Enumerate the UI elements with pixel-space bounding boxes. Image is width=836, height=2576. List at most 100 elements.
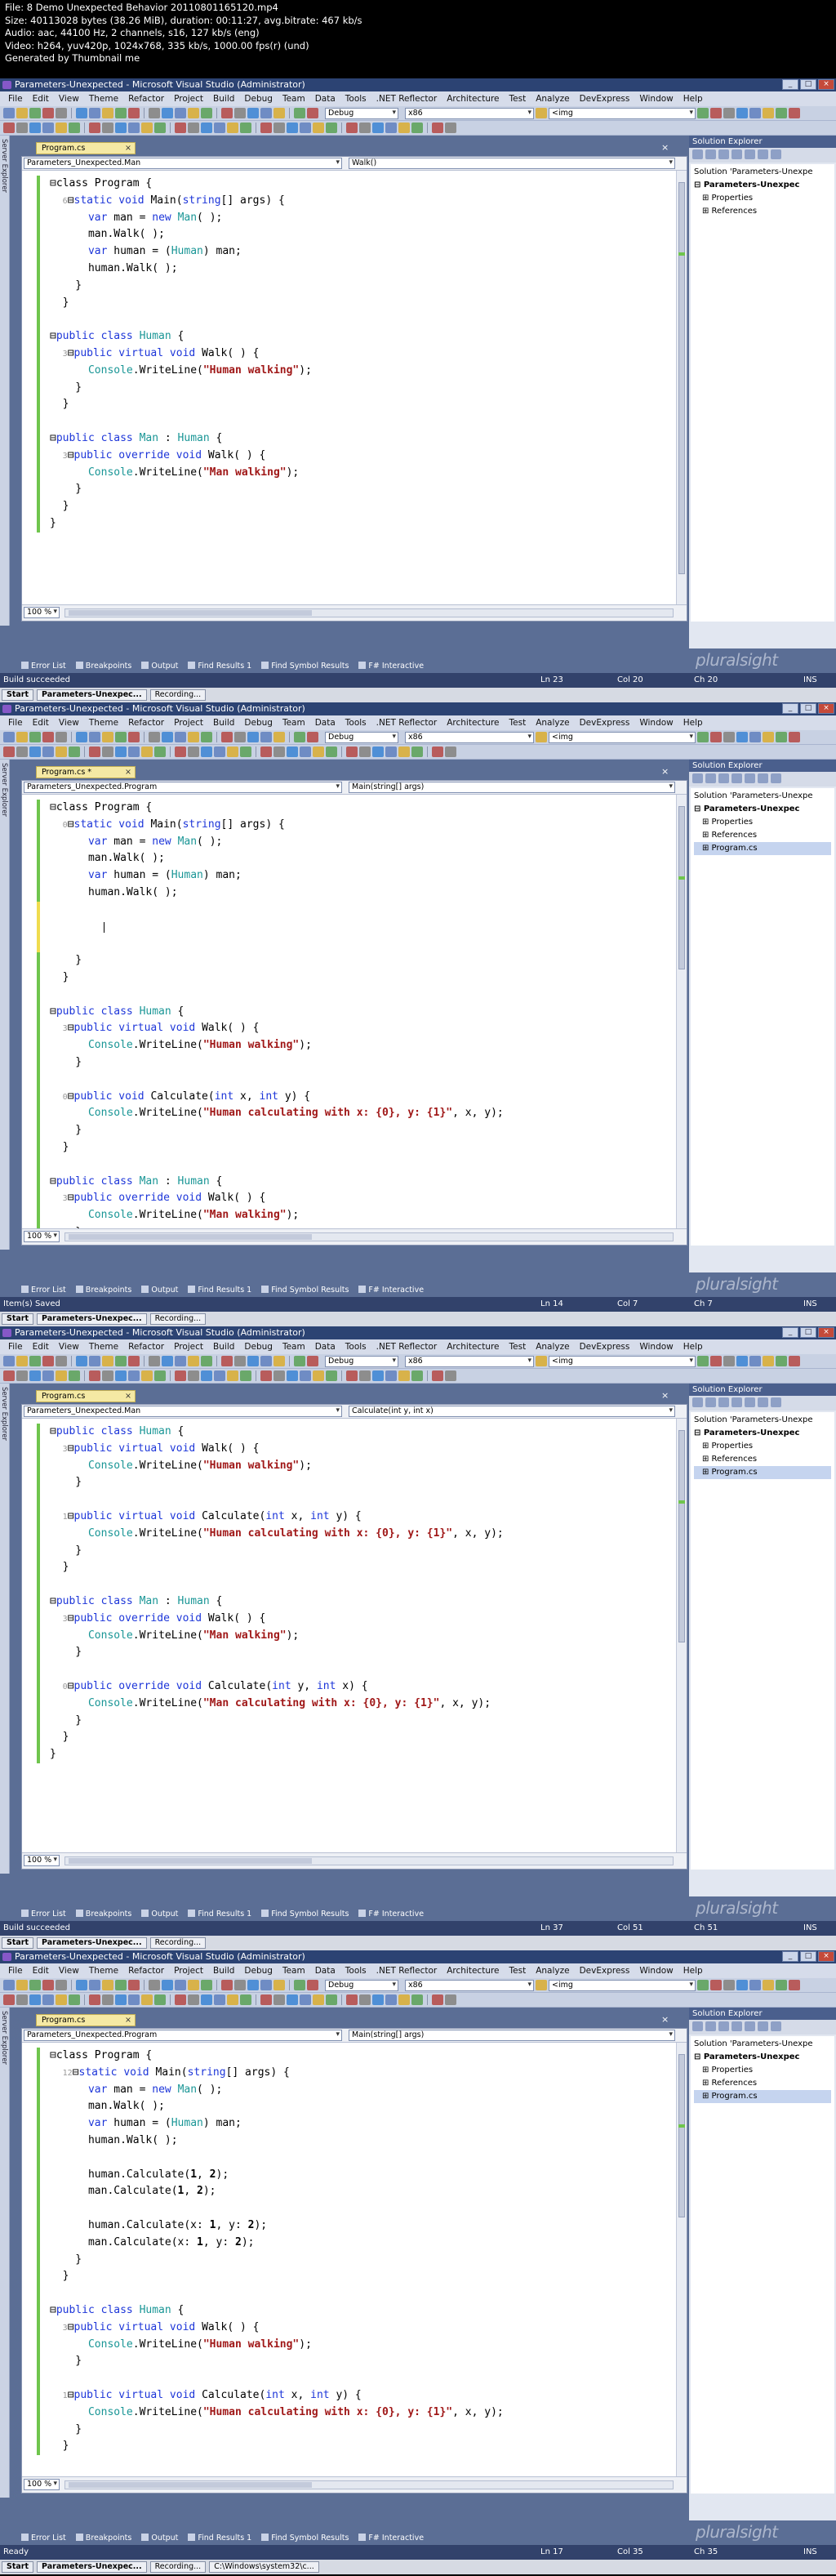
toolbar-button-icon[interactable] [411,1994,423,2005]
toolbar-button-icon[interactable] [16,1356,28,1366]
toolbar-button-icon[interactable] [175,1980,186,1990]
menu-item[interactable]: Tools [340,94,371,104]
document-tab[interactable]: Program.cs × [36,2014,136,2026]
code-text[interactable]: ⊟class Program { 6⊟static void Main(stri… [50,176,675,533]
menu-item[interactable]: Window [634,718,678,728]
menu-item[interactable]: Project [169,718,208,728]
toolbar-button-icon[interactable] [749,108,761,118]
toolbar-button-icon[interactable] [3,1980,15,1990]
toolbar-button-icon[interactable] [102,123,113,133]
taskbar-vs-item[interactable]: Parameters-Unexpec... [37,1937,147,1949]
type-dropdown[interactable]: Parameters_Unexpected.Man [24,1406,342,1417]
horizontal-scrollbar[interactable] [64,1232,674,1241]
toolbar-button-icon[interactable] [359,747,371,757]
toolbar-button-icon[interactable] [201,1980,212,1990]
toolbar-button-icon[interactable] [214,123,225,133]
toolbar-button-icon[interactable] [273,1356,285,1366]
menu-item[interactable]: Refactor [123,94,169,104]
toolbar-button-icon[interactable] [3,1356,15,1366]
menu-item[interactable]: Edit [28,1342,54,1352]
toolbar-button-icon[interactable] [16,1994,28,2005]
toolbar-button-icon[interactable] [411,747,423,757]
toolbar-button-icon[interactable] [141,1994,153,2005]
toolbar-button-icon[interactable] [42,732,54,742]
zoom-combo[interactable]: 100 % [24,607,60,618]
zoom-combo[interactable]: 100 % [24,1231,60,1242]
menu-item[interactable]: Team [278,1966,310,1976]
scrollbar-thumb[interactable] [69,2482,312,2488]
toolbar-button-icon[interactable] [3,1994,15,2005]
toolbar-button-icon[interactable] [240,1994,251,2005]
toolbar-button-icon[interactable] [42,1356,54,1366]
menu-item[interactable]: Debug [239,718,278,728]
toolbar-button-icon[interactable] [175,1370,186,1381]
toolbar-button-icon[interactable] [736,108,748,118]
toolbar-button-icon[interactable] [29,1356,41,1366]
toolbar-button-icon[interactable] [287,1370,298,1381]
toolbar-button-icon[interactable] [732,2021,742,2031]
toolbar-button-icon[interactable] [771,773,781,783]
toolbar-button-icon[interactable] [89,747,100,757]
toolbar-button-icon[interactable] [115,732,127,742]
toolbar-button-icon[interactable] [247,108,259,118]
toolbar-button-icon[interactable] [221,732,233,742]
menu-item[interactable]: Build [208,1966,239,1976]
toolbar-button-icon[interactable] [188,123,199,133]
toolbar-button-icon[interactable] [445,1994,456,2005]
taskbar-recording-item[interactable]: Recording... [149,2561,207,2573]
toolbar-button-icon[interactable] [42,747,54,757]
code-editor[interactable]: Parameters_Unexpected.Man Walk() ⊟class Pr… [21,156,687,622]
toolbar-button-icon[interactable] [227,123,238,133]
toolbar-button-icon[interactable] [789,1980,800,1990]
server-explorer-strip[interactable]: Server Explorer [0,2008,10,2498]
menu-item[interactable]: Theme [84,718,123,728]
toolbar-button-icon[interactable] [42,1370,54,1381]
toolbar-button-icon[interactable] [273,747,285,757]
vertical-scrollbar[interactable] [676,1419,687,1852]
member-dropdown[interactable]: Calculate(int y, int x) [349,1406,675,1417]
start-button[interactable]: Start [2,689,34,701]
toolbar-button-icon[interactable] [771,149,781,159]
toolbar-button-icon[interactable] [16,108,28,118]
tool-window-tab[interactable]: Output [141,1909,178,1919]
toolbar-button-icon[interactable] [692,773,703,783]
toolbar-button-icon[interactable] [749,1356,761,1366]
toolbar-button-icon[interactable] [188,1356,199,1366]
toolbar-button-icon[interactable] [260,732,272,742]
solution-tree-item[interactable]: ⊟ Parameters-Unexpec [694,1427,831,1440]
toolbar-button-icon[interactable] [294,732,305,742]
toolbar-button-icon[interactable] [154,747,166,757]
toolbar-button-icon[interactable] [56,732,67,742]
toolbar-button-icon[interactable] [432,747,443,757]
toolbar-button-icon[interactable] [102,732,113,742]
toolbar-button-icon[interactable] [162,1980,173,1990]
solution-tree-item[interactable]: Solution 'Parameters-Unexpe [694,1414,831,1427]
toolbar-button-icon[interactable] [227,1994,238,2005]
platform-combo[interactable]: x86 [405,1355,534,1367]
toolbar-button-icon[interactable] [56,108,67,118]
solution-tree-item[interactable]: ⊞ Program.cs [694,842,831,855]
toolbar-button-icon[interactable] [398,1994,410,2005]
zoom-combo[interactable]: 100 % [24,1855,60,1866]
toolbar-button-icon[interactable] [307,732,318,742]
menu-item[interactable]: Test [505,1342,531,1352]
taskbar-vs-item[interactable]: Parameters-Unexpec... [37,2561,147,2573]
toolbar-button-icon[interactable] [240,747,251,757]
tool-window-tab[interactable]: Find Results 1 [188,2533,251,2543]
close-button[interactable]: × [818,79,834,90]
tab-close-icon[interactable]: × [125,143,131,154]
toolbar-button-icon[interactable] [149,1980,160,1990]
toolbar-button-icon[interactable] [234,1980,246,1990]
toolbar-button-icon[interactable] [16,747,28,757]
toolbar-button-icon[interactable] [445,123,456,133]
toolbar-button-icon[interactable] [240,1370,251,1381]
type-dropdown[interactable]: Parameters_Unexpected.Program [24,782,342,793]
solution-tree-item[interactable]: ⊟ Parameters-Unexpec [694,803,831,816]
menu-item[interactable]: Theme [84,94,123,104]
toolbar-button-icon[interactable] [16,732,28,742]
start-button[interactable]: Start [2,1937,34,1949]
document-close-icon[interactable]: × [661,1390,669,1401]
taskbar-recording-item[interactable]: Recording... [149,1313,207,1325]
menu-item[interactable]: File [3,1966,28,1976]
toolbar-button-icon[interactable] [102,1370,113,1381]
